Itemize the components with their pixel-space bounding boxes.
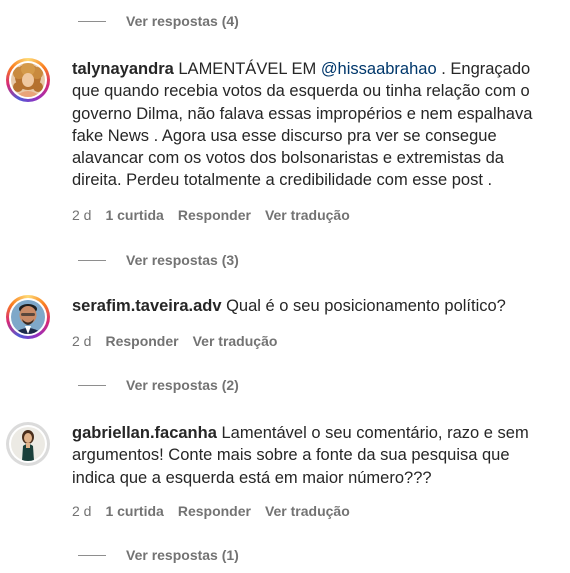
reply-button[interactable]: Responder: [105, 333, 178, 349]
avatar: [11, 427, 45, 461]
replies-divider-line: [78, 20, 106, 22]
profile-photo-icon: [11, 63, 45, 97]
comment-meta: 2 d 1 curtida Responder Ver tradução: [72, 502, 364, 520]
replies-divider-line: [78, 259, 106, 261]
replies-divider-line: [78, 384, 106, 386]
comment-meta: 2 d 1 curtida Responder Ver tradução: [72, 206, 364, 224]
profile-photo-icon: [11, 300, 45, 334]
comment-username[interactable]: serafim.taveira.adv: [72, 297, 222, 315]
profile-photo-icon: [11, 427, 45, 461]
view-replies-button[interactable]: Ver respostas (2): [78, 375, 239, 395]
view-replies-button[interactable]: Ver respostas (1): [78, 545, 239, 565]
likes-count-button[interactable]: 1 curtida: [105, 207, 163, 223]
avatar: [11, 63, 45, 97]
comment-text: . Engraçado que quando recebia votos da …: [72, 60, 533, 190]
translate-button[interactable]: Ver tradução: [193, 333, 278, 349]
likes-count-button[interactable]: 1 curtida: [105, 503, 163, 519]
replies-divider-line: [78, 554, 106, 556]
comment-body: serafim.taveira.adv Qual é o seu posicio…: [72, 295, 542, 317]
translate-button[interactable]: Ver tradução: [265, 503, 350, 519]
view-replies-button[interactable]: Ver respostas (4): [78, 11, 239, 31]
view-replies-button[interactable]: Ver respostas (3): [78, 250, 239, 270]
comment-username[interactable]: gabriellan.facanha: [72, 424, 217, 442]
reply-button[interactable]: Responder: [178, 503, 251, 519]
comment-text: LAMENTÁVEL EM: [173, 60, 321, 78]
translate-button[interactable]: Ver tradução: [265, 207, 350, 223]
comment-meta: 2 d Responder Ver tradução: [72, 332, 291, 350]
avatar: [11, 300, 45, 334]
view-replies-label: Ver respostas (2): [126, 377, 239, 393]
view-replies-label: Ver respostas (4): [126, 13, 239, 29]
avatar-ring[interactable]: [6, 422, 50, 466]
comment-timestamp: 2 d: [72, 333, 92, 349]
avatar-story-ring[interactable]: [6, 295, 50, 339]
reply-button[interactable]: Responder: [178, 207, 251, 223]
view-replies-label: Ver respostas (3): [126, 252, 239, 268]
comment-text: Qual é o seu posicionamento político?: [221, 297, 506, 315]
comment-username[interactable]: talynayandra: [72, 60, 174, 78]
view-replies-label: Ver respostas (1): [126, 547, 239, 563]
avatar-story-ring[interactable]: [6, 58, 50, 102]
comment-timestamp: 2 d: [72, 207, 92, 223]
comment-body: gabriellan.facanha Lamentável o seu come…: [72, 422, 542, 489]
comment-body: talynayandra LAMENTÁVEL EM @hissaabrahao…: [72, 58, 542, 192]
comment-timestamp: 2 d: [72, 503, 92, 519]
mention-link[interactable]: @hissaabrahao: [321, 60, 437, 78]
